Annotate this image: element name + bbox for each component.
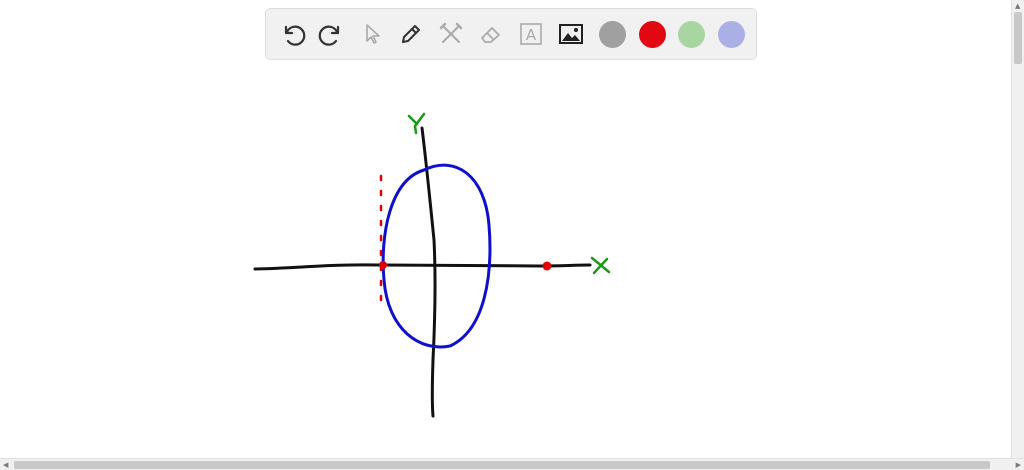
x-axis-stroke: [253, 263, 592, 271]
x-axis-letter: [590, 256, 611, 275]
horizontal-scroll-thumb[interactable]: [14, 461, 990, 469]
scroll-up-icon[interactable]: ▲: [1015, 2, 1020, 10]
scroll-left-icon[interactable]: ◀: [3, 461, 8, 469]
scroll-right-icon[interactable]: ▶: [1016, 461, 1021, 469]
drawing-canvas[interactable]: [0, 0, 1024, 470]
ellipse-stroke: [381, 163, 492, 349]
vertical-scrollbar[interactable]: ▲: [1011, 0, 1024, 458]
vertical-scroll-thumb[interactable]: [1014, 12, 1022, 64]
vertex-point: [542, 261, 552, 271]
horizontal-scrollbar[interactable]: ◀ ▶: [0, 458, 1024, 470]
